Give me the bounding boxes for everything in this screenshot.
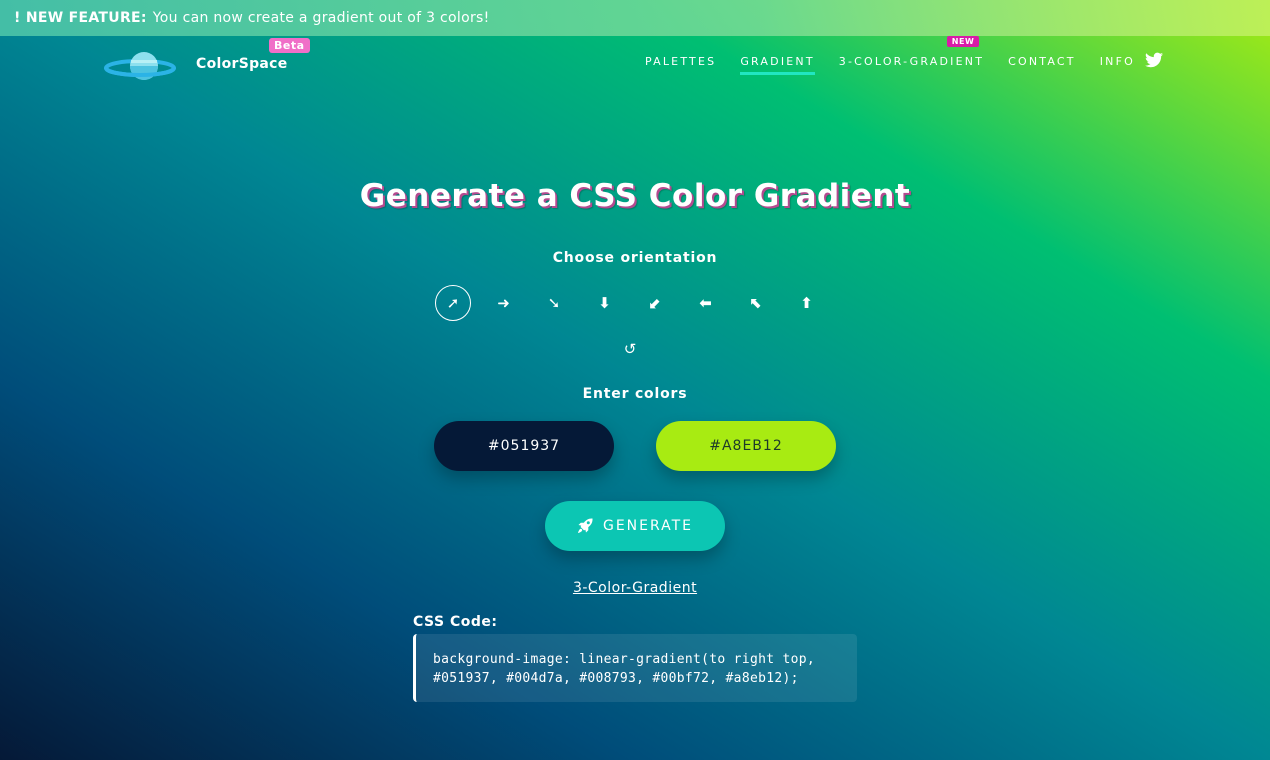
color-1-input[interactable] xyxy=(434,421,614,471)
arrow-up-right-icon[interactable]: ➚ xyxy=(435,285,471,321)
feature-banner: ! NEW FEATURE: You can now create a grad… xyxy=(0,0,1270,36)
css-code-block[interactable]: background-image: linear-gradient(to rig… xyxy=(413,634,857,702)
arrow-down-left-icon[interactable]: ⬋ xyxy=(637,285,673,321)
banner-prefix: ! NEW FEATURE: xyxy=(14,10,147,26)
nav-info[interactable]: INFO xyxy=(1100,55,1135,75)
banner-message: You can now create a gradient out of 3 c… xyxy=(152,10,490,26)
logo[interactable] xyxy=(104,46,176,86)
three-color-gradient-link[interactable]: 3-Color-Gradient xyxy=(0,580,1270,596)
generate-label: GENERATE xyxy=(602,518,694,534)
planet-icon xyxy=(104,52,176,80)
nav-palettes[interactable]: PALETTES xyxy=(645,55,716,75)
nav-gradient[interactable]: GRADIENT xyxy=(740,55,816,75)
nav-3-color-gradient[interactable]: 3-COLOR-GRADIENT NEW xyxy=(838,36,985,75)
nav-contact[interactable]: CONTACT xyxy=(1008,55,1076,75)
nav-3-color-gradient-label: 3-COLOR-GRADIENT xyxy=(838,55,985,68)
color-2-input[interactable] xyxy=(656,421,836,471)
orientation-label: Choose orientation xyxy=(552,250,718,266)
arrow-down-right-icon[interactable]: ➘ xyxy=(536,285,572,321)
refresh-icon[interactable]: ↺ xyxy=(619,338,641,360)
orientation-picker: ➚ ➜ ➘ ⬇ ⬋ ⬅ ⬉ ⬆ xyxy=(435,285,839,321)
twitter-icon[interactable] xyxy=(1145,52,1163,68)
beta-badge: Beta xyxy=(269,38,310,53)
arrow-down-icon[interactable]: ⬇ xyxy=(587,285,623,321)
arrow-right-icon[interactable]: ➜ xyxy=(486,285,522,321)
page-title: Generate a CSS Color Gradient xyxy=(359,178,911,214)
new-badge: NEW xyxy=(946,36,980,47)
brand-name[interactable]: ColorSpace xyxy=(196,56,288,72)
generate-button[interactable]: GENERATE xyxy=(545,501,725,551)
colors-label: Enter colors xyxy=(582,386,688,402)
main-nav: PALETTES GRADIENT 3-COLOR-GRADIENT NEW C… xyxy=(645,36,1159,75)
arrow-up-left-icon[interactable]: ⬉ xyxy=(738,285,774,321)
arrow-up-icon[interactable]: ⬆ xyxy=(789,285,825,321)
rocket-icon xyxy=(577,518,593,533)
arrow-left-icon[interactable]: ⬅ xyxy=(688,285,724,321)
css-code-label: CSS Code: xyxy=(413,614,498,630)
